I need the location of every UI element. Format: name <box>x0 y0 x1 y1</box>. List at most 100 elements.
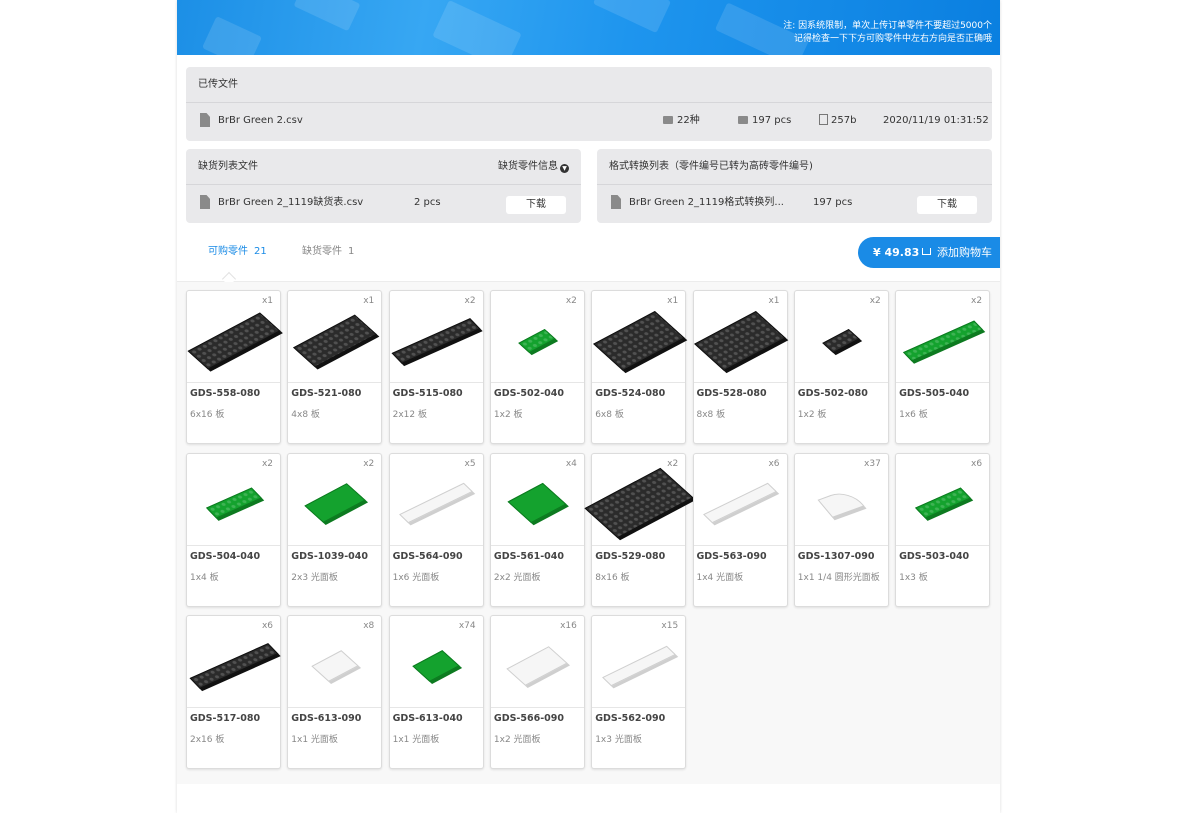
brick-shape <box>187 311 280 370</box>
part-card[interactable]: x1 GDS-521-080 4x8 板 <box>287 290 383 444</box>
part-code: GDS-502-080 <box>797 388 868 399</box>
part-card[interactable]: x6 GDS-503-040 1x3 板 <box>895 452 991 607</box>
part-quantity: x4 <box>565 458 577 469</box>
part-card[interactable]: x15 GDS-562-090 1x3 光面板 <box>591 615 687 769</box>
missing-info-link[interactable]: 缺货零件信息 ▼ <box>498 149 569 185</box>
part-quantity: x37 <box>864 458 881 469</box>
part-quantity: x6 <box>971 458 983 469</box>
uploaded-file-row: BrBr Green 2.csv 22种 197 pcs 257b 2020/1… <box>186 103 992 139</box>
part-card[interactable]: x1 GDS-558-080 6x16 板 <box>186 290 281 444</box>
part-description: 1x2 板 <box>797 410 827 420</box>
missing-file-panel: 缺货列表文件 缺货零件信息 ▼ BrBr Green 2_1119缺货表.csv … <box>186 149 581 223</box>
part-code: GDS-517-080 <box>190 713 261 724</box>
part-description: 1x4 光面板 <box>696 572 744 583</box>
missing-file-name: BrBr Green 2_1119缺货表.csv <box>218 197 364 208</box>
missing-file-header: 缺货列表文件 缺货零件信息 ▼ <box>186 149 581 185</box>
part-code: GDS-515-080 <box>392 388 463 399</box>
add-to-cart-button[interactable]: ¥ 49.83 添加购物车 <box>858 237 1000 268</box>
brick-shape <box>205 487 262 519</box>
part-card[interactable]: x4 GDS-561-040 2x2 光面板 <box>489 452 585 607</box>
part-code: GDS-566-090 <box>493 713 564 724</box>
brick-shape <box>518 328 557 353</box>
brick-shape <box>817 488 865 518</box>
missing-file-title: 缺货列表文件 <box>198 161 258 172</box>
part-quantity: x6 <box>768 458 780 469</box>
file-icon <box>200 113 210 127</box>
document-icon <box>819 114 828 125</box>
part-description: 2x3 光面板 <box>291 572 338 583</box>
part-quantity: x6 <box>261 621 273 631</box>
brick-icon <box>663 116 673 124</box>
part-code: GDS-1307-090 <box>797 550 875 562</box>
part-card[interactable]: x2 GDS-502-040 1x2 板 <box>489 290 585 444</box>
part-code: GDS-505-040 <box>899 388 970 399</box>
convert-file-title: 格式转换列表（零件编号已转为高砖零件编号) <box>597 149 992 185</box>
part-card[interactable]: x1 GDS-528-080 8x8 板 <box>692 290 788 444</box>
part-quantity: x1 <box>768 296 780 306</box>
part-card[interactable]: x16 GDS-566-090 1x2 光面板 <box>489 615 585 769</box>
chevron-down-icon: ▼ <box>560 164 569 173</box>
download-convert-button[interactable]: 下载 <box>917 196 977 214</box>
brick-shape <box>399 482 474 524</box>
part-quantity: x5 <box>464 458 476 469</box>
part-card[interactable]: x1 GDS-524-080 6x8 板 <box>591 290 687 444</box>
part-code: GDS-504-040 <box>190 550 261 562</box>
part-quantity: x1 <box>667 296 679 306</box>
part-description: 1x6 光面板 <box>392 572 440 583</box>
part-card[interactable]: x74 GDS-613-040 1x1 光面板 <box>388 615 484 769</box>
part-description: 1x2 板 <box>493 410 523 420</box>
brick-shape <box>412 649 460 682</box>
part-card[interactable]: x2 GDS-504-040 1x4 板 <box>186 452 281 607</box>
part-code: GDS-524-080 <box>595 388 666 399</box>
file-size: 257b <box>819 103 856 139</box>
part-card[interactable]: x6 GDS-563-090 1x4 光面板 <box>692 452 788 607</box>
part-description: 2x12 板 <box>392 410 427 420</box>
part-card[interactable]: x6 GDS-517-080 2x16 板 <box>186 615 281 769</box>
add-to-cart-label: 添加购物车 <box>937 246 992 259</box>
part-description: 1x3 板 <box>899 572 928 583</box>
part-card[interactable]: x2 GDS-515-080 2x12 板 <box>388 290 484 444</box>
brick-shape <box>292 314 377 367</box>
missing-file-row: BrBr Green 2_1119缺货表.csv 2 pcs 下载 <box>186 185 581 221</box>
convert-file-panel: 格式转换列表（零件编号已转为高砖零件编号) BrBr Green 2_1119格… <box>597 149 992 223</box>
part-quantity: x16 <box>560 621 577 631</box>
part-description: 6x16 板 <box>190 410 225 420</box>
tab-missing-parts[interactable]: 缺货零件 1 <box>302 236 354 268</box>
part-quantity: x15 <box>661 621 679 631</box>
download-missing-button[interactable]: 下载 <box>506 196 566 214</box>
brick-shape <box>914 487 971 519</box>
part-code: GDS-503-040 <box>899 550 970 562</box>
brick-shape <box>703 482 777 524</box>
upload-date: 2020/11/19 01:31:52 <box>883 115 989 126</box>
part-card[interactable]: x2 GDS-1039-040 2x3 光面板 <box>287 452 383 607</box>
uploaded-file-title: 已传文件 <box>186 67 992 103</box>
part-quantity: x2 <box>363 458 375 469</box>
missing-file-pcs: 2 pcs <box>414 197 441 208</box>
file-icon <box>200 195 210 209</box>
part-quantity: x2 <box>464 296 476 306</box>
convert-file-name: BrBr Green 2_1119格式转换列... <box>629 197 784 208</box>
parts-grid: x1 GDS-558-080 6x16 板 x1 GDS-521-080 4x8 板 x2 G… <box>177 282 1000 784</box>
brick-shape <box>391 317 481 364</box>
brick-shape <box>694 310 786 371</box>
part-description: 2x16 板 <box>190 735 225 745</box>
part-code: GDS-562-090 <box>595 713 666 724</box>
convert-file-pcs: 197 pcs <box>813 197 853 208</box>
uploaded-file-name: BrBr Green 2.csv <box>218 115 303 126</box>
part-description: 1x1 1/4 圆形光面板 <box>797 572 880 583</box>
part-code: GDS-561-040 <box>493 550 564 562</box>
part-card[interactable]: x2 GDS-529-080 8x16 板 <box>584 452 694 607</box>
part-card[interactable]: x2 GDS-502-080 1x2 板 <box>793 290 889 444</box>
part-card[interactable]: x37 GDS-1307-090 1x1 1/4 圆形光面板 <box>793 452 889 607</box>
part-description: 4x8 板 <box>291 410 320 420</box>
brick-shape <box>506 645 569 686</box>
part-card[interactable]: x5 GDS-564-090 1x6 光面板 <box>388 452 484 607</box>
part-description: 1x3 光面板 <box>595 735 642 745</box>
part-code: GDS-563-090 <box>696 550 767 562</box>
pieces-count: 197 pcs <box>738 103 791 139</box>
part-code: GDS-558-080 <box>190 388 261 399</box>
part-card[interactable]: x8 GDS-613-090 1x1 光面板 <box>287 615 383 769</box>
part-card[interactable]: x2 GDS-505-040 1x6 板 <box>895 290 991 444</box>
tab-available-parts[interactable]: 可购零件 21 <box>208 236 267 268</box>
part-description: 1x4 板 <box>190 572 219 583</box>
